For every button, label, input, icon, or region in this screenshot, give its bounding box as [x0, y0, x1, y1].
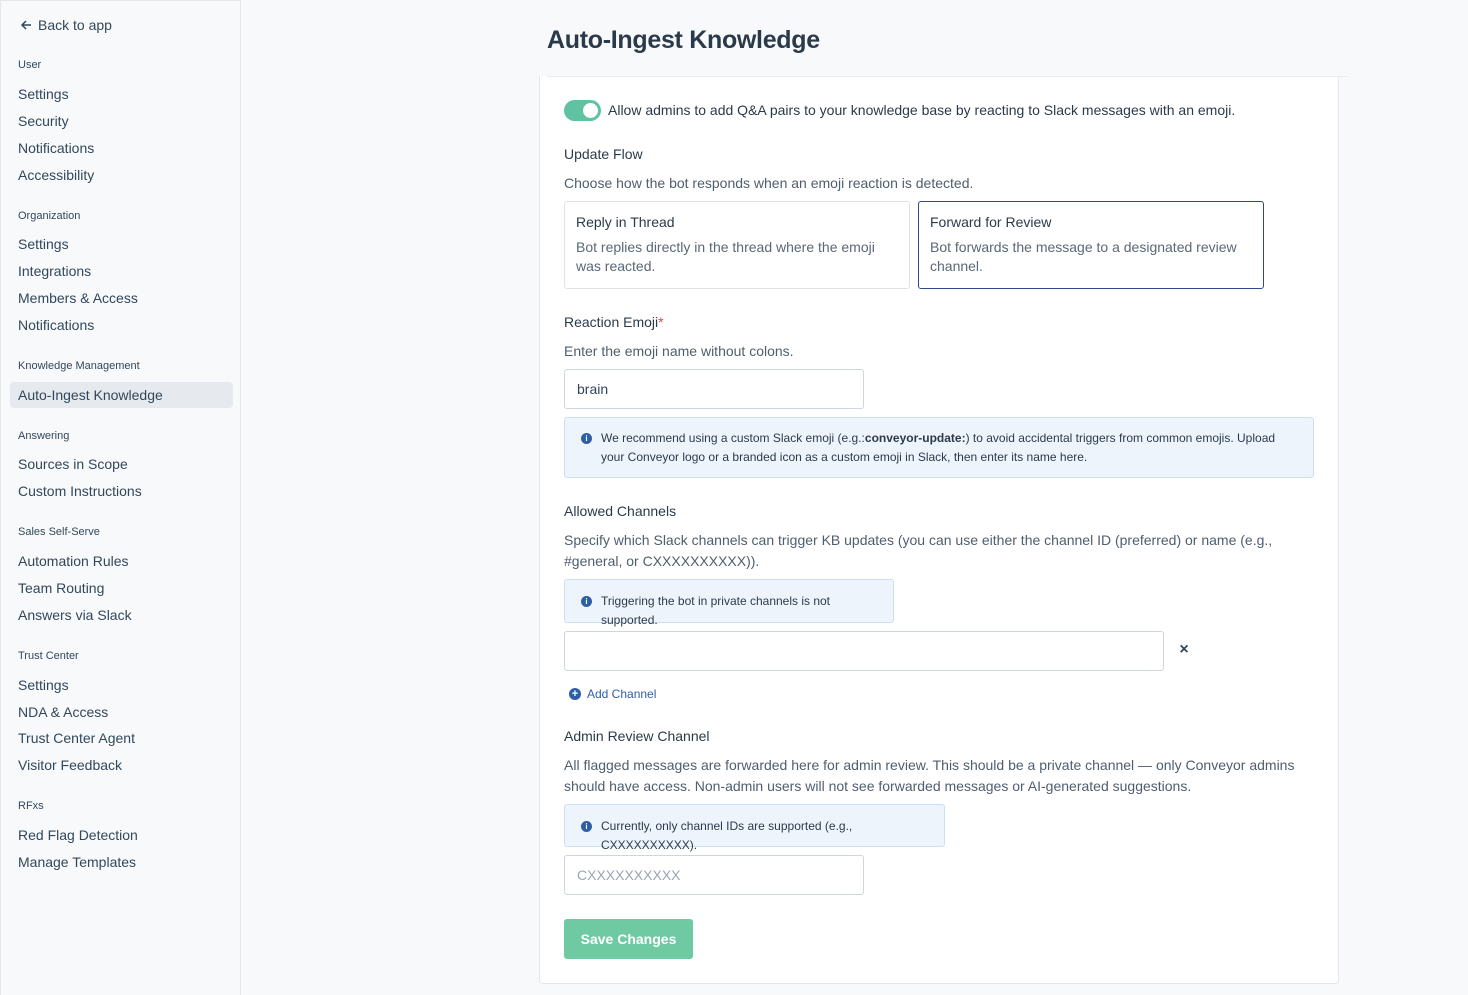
- section-title-rfxs: RFxs: [18, 800, 44, 812]
- auto-ingest-toggle[interactable]: [564, 100, 601, 121]
- save-changes-button[interactable]: Save Changes: [564, 919, 693, 959]
- option-title: Reply in Thread: [576, 214, 675, 230]
- update-flow-label: Update Flow: [564, 146, 643, 162]
- allowed-channels-label: Allowed Channels: [564, 503, 677, 519]
- sidebar-item-user-settings[interactable]: Settings: [10, 81, 233, 107]
- sidebar-item-trust-settings[interactable]: Settings: [10, 672, 233, 698]
- option-title: Forward for Review: [930, 214, 1052, 230]
- allowed-channels-description: Specify which Slack channels can trigger…: [564, 532, 1273, 569]
- auto-ingest-toggle-label: Allow admins to add Q&A pairs to your kn…: [608, 102, 1236, 118]
- update-flow-description: Choose how the bot responds when an emoj…: [564, 175, 974, 191]
- section-title-answering: Answering: [18, 430, 70, 442]
- info-icon: i: [581, 596, 592, 607]
- toggle-knob: [583, 103, 598, 118]
- add-channel-label: Add Channel: [587, 687, 657, 701]
- reaction-emoji-label-text: Reaction Emoji: [564, 314, 659, 330]
- sidebar-item-auto-ingest[interactable]: Auto-Ingest Knowledge: [10, 382, 233, 408]
- emoji-recommendation-info: i We recommend using a custom Slack emoj…: [564, 417, 1314, 478]
- info-code: conveyor-update:: [864, 431, 966, 445]
- add-channel-button[interactable]: + Add Channel: [569, 687, 656, 701]
- section-title-user: User: [18, 59, 42, 71]
- private-channels-info: i Triggering the bot in private channels…: [564, 579, 894, 627]
- info-text: Triggering the bot in private channels i…: [601, 594, 831, 627]
- sidebar-item-members-access[interactable]: Members & Access: [10, 285, 233, 311]
- required-marker: *: [658, 314, 664, 330]
- sidebar-item-sources-in-scope[interactable]: Sources in Scope: [10, 451, 233, 477]
- sidebar-item-team-routing[interactable]: Team Routing: [10, 575, 233, 601]
- sidebar-item-security[interactable]: Security: [10, 108, 233, 134]
- arrow-left-icon: [20, 20, 31, 30]
- back-to-app-label: Back to app: [38, 17, 112, 33]
- reaction-emoji-description: Enter the emoji name without colons.: [564, 343, 794, 359]
- sidebar-item-org-settings[interactable]: Settings: [10, 231, 233, 257]
- section-title-knowledge: Knowledge Management: [18, 360, 140, 372]
- sidebar-item-custom-instructions[interactable]: Custom Instructions: [10, 478, 233, 504]
- option-reply-in-thread[interactable]: Reply in Thread Bot replies directly in …: [564, 201, 910, 289]
- sidebar-item-integrations[interactable]: Integrations: [10, 258, 233, 284]
- plus-circle-icon: +: [569, 688, 581, 700]
- reaction-emoji-input[interactable]: [564, 369, 864, 409]
- option-forward-for-review[interactable]: Forward for Review Bot forwards the mess…: [918, 201, 1264, 289]
- section-title-organization: Organization: [18, 210, 81, 222]
- sidebar-item-visitor-feedback[interactable]: Visitor Feedback: [10, 752, 233, 778]
- back-to-app-link[interactable]: Back to app: [20, 17, 112, 33]
- sidebar-item-nda-access[interactable]: NDA & Access: [10, 699, 233, 725]
- admin-review-label: Admin Review Channel: [564, 728, 710, 744]
- settings-sidebar: Back to app User Settings Security Notif…: [0, 0, 241, 995]
- sidebar-item-red-flag-detection[interactable]: Red Flag Detection: [10, 822, 233, 848]
- sidebar-item-accessibility[interactable]: Accessibility: [10, 162, 233, 188]
- sidebar-item-trust-center-agent[interactable]: Trust Center Agent: [10, 725, 233, 751]
- sidebar-item-manage-templates[interactable]: Manage Templates: [10, 849, 233, 875]
- channel-id-info: i Currently, only channel IDs are suppor…: [564, 804, 945, 852]
- option-description: Bot replies directly in the thread where…: [576, 239, 875, 274]
- sidebar-item-org-notifications[interactable]: Notifications: [10, 312, 233, 338]
- section-title-trust-center: Trust Center: [18, 650, 79, 662]
- admin-review-channel-input[interactable]: [564, 855, 864, 895]
- info-text-pre: We recommend using a custom Slack emoji …: [601, 431, 865, 445]
- info-icon: i: [581, 433, 592, 444]
- remove-channel-icon[interactable]: ×: [1176, 642, 1192, 658]
- sidebar-item-answers-via-slack[interactable]: Answers via Slack: [10, 602, 233, 628]
- sidebar-item-automation-rules[interactable]: Automation Rules: [10, 548, 233, 574]
- admin-review-description: All flagged messages are forwarded here …: [564, 757, 1295, 794]
- page-title: Auto-Ingest Knowledge: [547, 26, 820, 54]
- section-title-sales: Sales Self-Serve: [18, 526, 100, 538]
- card-divider: [547, 76, 1347, 77]
- sidebar-item-user-notifications[interactable]: Notifications: [10, 135, 233, 161]
- channel-input[interactable]: [564, 631, 1164, 671]
- reaction-emoji-label: Reaction Emoji*: [564, 314, 664, 330]
- option-description: Bot forwards the message to a designated…: [930, 239, 1237, 274]
- info-icon: i: [581, 821, 592, 832]
